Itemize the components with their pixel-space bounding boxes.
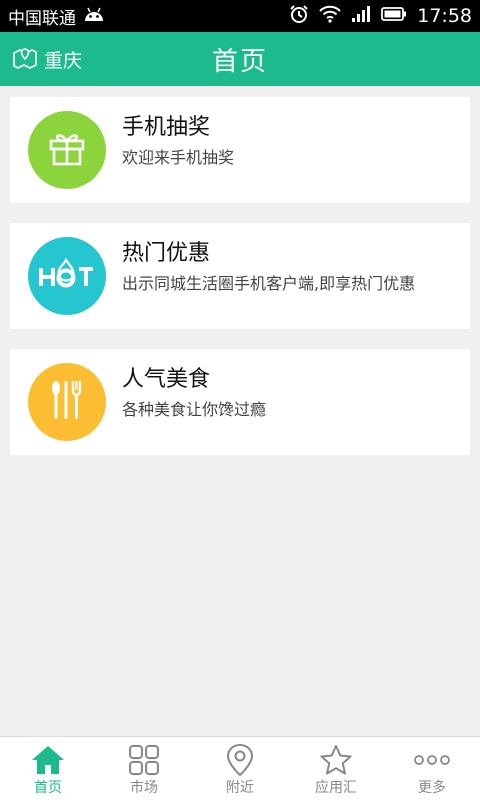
carrier-name: 中国联通: [8, 8, 76, 29]
home-icon: [30, 743, 66, 777]
nav-home[interactable]: 首页: [0, 737, 96, 800]
card-title: 人气美食: [122, 367, 211, 392]
nav-label: 应用汇: [315, 780, 357, 796]
bottom-nav: 首页 市场 附近 应用汇 更多: [0, 736, 480, 800]
nav-nearby[interactable]: 附近: [192, 737, 288, 800]
gift-icon: [47, 129, 87, 171]
battery-icon: [381, 6, 407, 27]
carrier-group: 中国联通: [8, 4, 106, 29]
more-icon: [414, 743, 450, 777]
nav-more[interactable]: 更多: [384, 737, 480, 800]
grid-icon: [128, 743, 160, 777]
card-hot-deals[interactable]: 热门优惠 出示同城生活圈手机客户端,即享热门优惠: [10, 223, 470, 329]
card-icon-circle: [28, 363, 106, 441]
card-food[interactable]: 人气美食 各种美食让你馋过瘾: [10, 349, 470, 455]
hot-icon: [37, 254, 97, 298]
status-bar: 中国联通 17:58: [0, 0, 480, 32]
location-pin-icon: [225, 743, 255, 777]
nav-label: 附近: [226, 780, 254, 796]
alarm-icon: [289, 4, 309, 29]
card-lottery[interactable]: 手机抽奖 欢迎来手机抽奖: [10, 97, 470, 203]
location-selector[interactable]: 重庆: [12, 32, 82, 86]
cutlery-icon: [47, 378, 87, 426]
nav-label: 更多: [418, 780, 446, 796]
star-icon: [319, 743, 353, 777]
card-description: 各种美食让你馋过瘾: [122, 400, 267, 419]
card-icon-circle: [28, 111, 106, 189]
android-icon: [82, 5, 106, 28]
card-description: 欢迎来手机抽奖: [122, 148, 235, 167]
card-title: 热门优惠: [122, 241, 211, 266]
map-location-icon: [12, 45, 38, 74]
nav-app-hub[interactable]: 应用汇: [288, 737, 384, 800]
nav-label: 首页: [34, 780, 62, 796]
status-icons: 17:58: [289, 4, 472, 29]
card-icon-circle: [28, 237, 106, 315]
signal-icon: [351, 5, 371, 28]
location-label: 重庆: [44, 49, 83, 72]
card-description: 出示同城生活圈手机客户端,即享热门优惠: [122, 274, 416, 293]
clock: 17:58: [417, 5, 472, 27]
nav-market[interactable]: 市场: [96, 737, 192, 800]
card-title: 手机抽奖: [122, 115, 211, 140]
wifi-icon: [319, 5, 341, 28]
nav-label: 市场: [130, 780, 158, 796]
app-header: 重庆 首页: [0, 32, 480, 86]
